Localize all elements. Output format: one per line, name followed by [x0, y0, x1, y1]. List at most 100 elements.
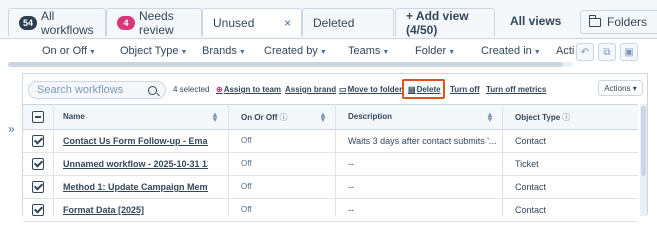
table-row[interactable]: Format Data [2025] Off -- Contact	[23, 199, 638, 222]
filter-created-in[interactable]: Created in ▼	[481, 45, 541, 57]
on-off-value: Off	[241, 159, 252, 168]
on-off-value: Off	[241, 182, 252, 191]
info-icon[interactable]: ⓘ	[279, 113, 287, 122]
filter-label: Folder	[415, 45, 447, 57]
object-type-value: Contact	[515, 182, 547, 192]
header-label: Object Type	[515, 113, 561, 122]
column-header-on-off[interactable]: On Or Off ⓘ	[241, 112, 287, 123]
search-input[interactable]: Search workflows	[28, 81, 166, 99]
row-checkbox[interactable]	[32, 158, 44, 170]
vertical-scrollbar-thumb[interactable]	[641, 106, 646, 176]
column-header-name[interactable]: Name	[63, 112, 85, 121]
tab-all-workflows[interactable]: 54 All workflows	[8, 8, 106, 37]
filter-label: On or Off	[42, 45, 88, 57]
add-view-button[interactable]: + Add view (4/50)	[395, 8, 495, 37]
row-checkbox[interactable]	[32, 181, 44, 193]
column-divider	[335, 104, 336, 216]
description-value: Waits 3 days after contact submits '...	[348, 136, 497, 146]
description-value: --	[348, 159, 354, 169]
row-checkbox[interactable]	[32, 135, 44, 147]
tab-deleted[interactable]: Deleted	[302, 8, 394, 36]
folders-button[interactable]: Folders	[580, 10, 657, 34]
table-row[interactable]: Unnamed workflow - 2025-10-31 13:23 Off …	[23, 153, 638, 176]
tab-unused[interactable]: Unused ×	[202, 8, 302, 37]
filter-label: Brands	[202, 45, 237, 57]
column-divider	[502, 104, 503, 216]
chevron-down-icon: ▼	[382, 49, 390, 56]
assign-brand-button[interactable]: Assign brand	[285, 85, 336, 94]
column-header-object-type[interactable]: Object Type ⓘ	[515, 112, 570, 123]
view-tabs-bar: 54 All workflows 4 Needs review Unused ×…	[0, 0, 657, 40]
count-badge: 54	[19, 15, 37, 30]
on-off-value: Off	[241, 205, 252, 214]
chevron-down-icon: ▼	[533, 49, 541, 56]
chevron-down-icon: ▼	[238, 49, 246, 56]
folders-label: Folders	[607, 15, 648, 29]
filter-label: Teams	[348, 45, 381, 57]
horizontal-scrollbar-thumb[interactable]	[8, 62, 563, 67]
column-header-description[interactable]: Description	[348, 112, 392, 121]
move-to-folder-button[interactable]: ▭Move to folder	[339, 85, 402, 94]
selected-count: 4 selected	[173, 85, 210, 94]
turn-off-metrics-button[interactable]: Turn off metrics	[486, 85, 546, 94]
table-row[interactable]: Contact Us Form Follow-up - Email A Off …	[23, 130, 638, 153]
close-tab-icon[interactable]: ×	[284, 16, 291, 30]
save-icon[interactable]: ▣	[620, 43, 638, 61]
row-checkbox[interactable]	[32, 204, 44, 216]
tab-label: Needs review	[139, 8, 174, 37]
description-value: --	[348, 205, 354, 215]
filter-label: Acti	[556, 45, 575, 57]
chevron-down-icon: ▼	[319, 49, 327, 56]
sort-icon[interactable]: ▲ ▼	[486, 111, 494, 124]
workflow-name-link[interactable]: Contact Us Form Follow-up - Email A	[63, 136, 208, 146]
search-icon	[148, 85, 157, 95]
search-placeholder: Search workflows	[37, 84, 124, 96]
button-label: Delete	[416, 85, 441, 94]
filter-label: Object Type	[120, 45, 179, 57]
tab-label: All workflows	[41, 8, 94, 37]
chevron-down-icon: ▼	[89, 49, 96, 56]
assign-to-team-button[interactable]: ⊕Assign to team	[216, 85, 281, 94]
filter-on-or-off[interactable]: On or Off ▼	[42, 45, 96, 57]
undo-icon[interactable]: ↶	[576, 43, 594, 61]
tab-needs-review[interactable]: 4 Needs review	[106, 8, 202, 37]
filter-brands[interactable]: Brands ▼	[202, 45, 246, 57]
column-divider	[228, 104, 229, 216]
filter-folder[interactable]: Folder ▼	[415, 45, 455, 57]
workflow-name-link[interactable]: Unnamed workflow - 2025-10-31 13:23	[63, 159, 208, 169]
workflow-name-link[interactable]: Method 1: Update Campaign Member St	[63, 182, 208, 192]
vertical-scrollbar-track[interactable]	[640, 104, 647, 216]
filter-tool-buttons: ↶ ⧉ ▣	[576, 43, 638, 61]
filter-label: Created by	[264, 45, 318, 57]
description-value: --	[348, 182, 354, 192]
column-divider	[53, 104, 54, 216]
folder-move-icon: ▭	[339, 85, 347, 94]
all-views-link[interactable]: All views	[510, 14, 561, 28]
expand-sidebar-icon[interactable]: »	[8, 122, 15, 136]
actions-dropdown[interactable]: Actions ▾	[598, 80, 643, 96]
chevron-down-icon: ▼	[448, 49, 456, 56]
turn-off-button[interactable]: Turn off	[450, 85, 480, 94]
sort-icon[interactable]: ▲ ▼	[319, 111, 327, 124]
filter-actions-truncated[interactable]: Acti	[556, 45, 574, 57]
info-icon[interactable]: ⓘ	[562, 113, 570, 122]
button-label: Move to folder	[347, 85, 403, 94]
workflows-table-panel: Search workflows 4 selected ⊕Assign to t…	[22, 73, 648, 222]
chevron-down-icon: ▼	[180, 49, 188, 56]
trash-icon: ▤	[408, 85, 416, 94]
on-off-value: Off	[241, 136, 252, 145]
filter-created-by[interactable]: Created by ▼	[264, 45, 327, 57]
header-label: On Or Off	[241, 113, 278, 122]
select-all-checkbox[interactable]	[32, 111, 44, 123]
delete-button[interactable]: ▤Delete	[408, 85, 441, 94]
sort-icon[interactable]: ▲ ▼	[211, 111, 219, 124]
filter-object-type[interactable]: Object Type ▼	[120, 45, 187, 57]
object-type-value: Contact	[515, 136, 547, 146]
button-label: Assign to team	[223, 85, 282, 94]
object-type-value: Contact	[515, 205, 547, 215]
tab-label: Unused	[213, 16, 255, 30]
table-row[interactable]: Method 1: Update Campaign Member St Off …	[23, 176, 638, 199]
copy-icon[interactable]: ⧉	[598, 43, 616, 61]
workflow-name-link[interactable]: Format Data [2025]	[63, 205, 208, 215]
filter-teams[interactable]: Teams ▼	[348, 45, 389, 57]
